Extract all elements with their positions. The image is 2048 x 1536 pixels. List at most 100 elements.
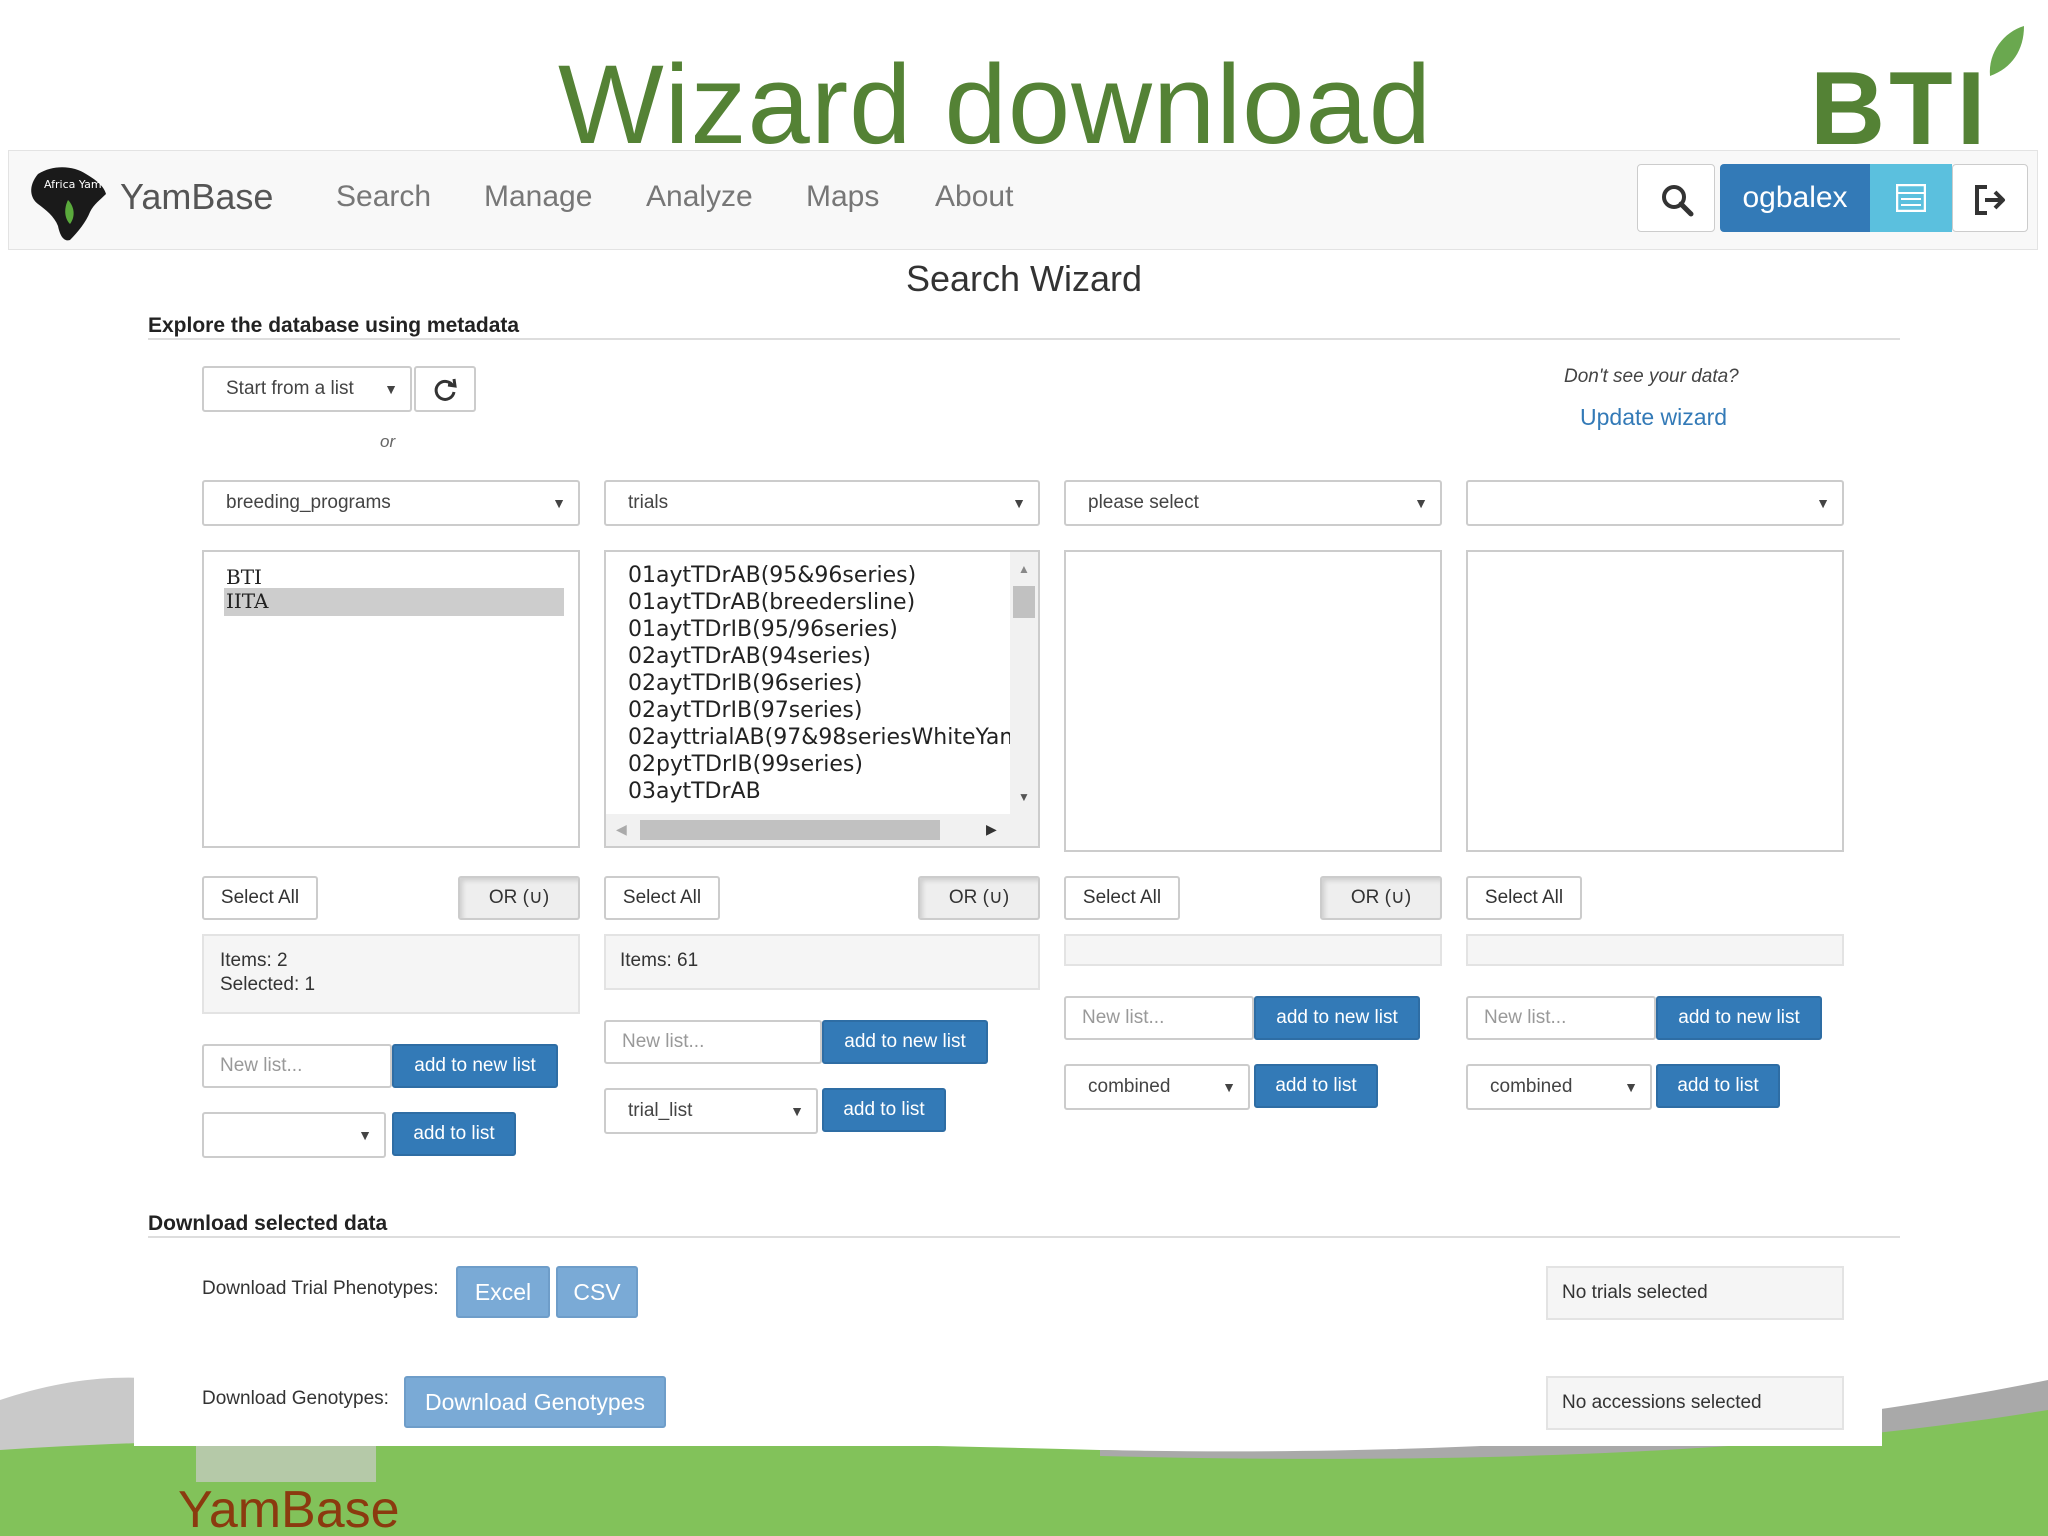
brand-name[interactable]: YamBase [120,176,273,218]
items-info-3 [1064,934,1442,966]
list-option-selected[interactable]: IITA [224,588,564,616]
download-genotypes-button[interactable]: Download Genotypes [404,1376,666,1428]
breeding-programs-listbox[interactable]: BTI IITA [202,550,580,848]
nav-search[interactable]: Search [336,180,431,214]
list-option[interactable]: BTI [226,564,262,591]
list-select-1[interactable]: ▼ [202,1112,386,1158]
add-to-list-button-3[interactable]: add to list [1254,1064,1378,1108]
search-button[interactable] [1637,164,1715,232]
or-toggle-1[interactable]: OR (∪) [458,876,580,920]
caret-down-icon: ▼ [552,495,566,511]
add-to-new-list-button-1[interactable]: add to new list [392,1044,558,1088]
add-to-list-button-4[interactable]: add to list [1656,1064,1780,1108]
scrollbar-thumb[interactable] [1013,586,1035,618]
divider [148,338,1900,340]
add-to-list-button-2[interactable]: add to list [822,1088,946,1132]
list-select-3[interactable]: combined ▼ [1064,1064,1250,1110]
caret-down-icon: ▼ [1414,495,1428,511]
list-option[interactable]: 02ayttrialAB(97&98seriesWhiteYam) [628,724,1010,751]
or-text: or [380,432,396,451]
caret-down-icon: ▼ [1012,495,1026,511]
csv-button[interactable]: CSV [556,1266,638,1318]
items-info-1: Items: 2 Selected: 1 [202,934,580,1014]
list-option[interactable]: 01aytTDrAB(95&96series) [628,562,1010,589]
refresh-icon [434,378,457,401]
dont-see-text: Don't see your data? [1564,366,1739,387]
add-to-new-list-button-3[interactable]: add to new list [1254,996,1420,1040]
new-list-input-2[interactable]: New list... [604,1020,822,1064]
user-button[interactable]: ogbalex [1720,164,1870,232]
logout-icon [1975,185,2005,215]
start-from-list-select[interactable]: Start from a list ▼ [202,366,412,412]
listbox-4[interactable] [1466,550,1844,852]
excel-button[interactable]: Excel [456,1266,550,1318]
items-info-4 [1466,934,1844,966]
list-icon [1896,184,1926,212]
category-select-4[interactable]: ▼ [1466,480,1844,526]
scroll-up-icon[interactable]: ▲ [1018,562,1030,576]
footer-yambase-label: YamBase [178,1481,400,1536]
trials-listbox[interactable]: 01aytTDrAB(95&96series) 01aytTDrAB(breed… [604,550,1040,848]
category-select-1[interactable]: breeding_programs ▼ [202,480,580,526]
listbox-3[interactable] [1064,550,1442,852]
horizontal-scrollbar[interactable]: ◀ ▶ [606,814,1038,846]
vertical-scrollbar[interactable]: ▲ ▼ [1010,552,1038,814]
caret-down-icon: ▼ [1816,495,1830,511]
category-select-2[interactable]: trials ▼ [604,480,1040,526]
select-all-button-3[interactable]: Select All [1064,876,1180,920]
nav-about[interactable]: About [935,180,1013,214]
list-option[interactable]: 03aytTDrAB [628,778,1010,805]
scroll-down-icon[interactable]: ▼ [1018,790,1030,804]
select-all-button-2[interactable]: Select All [604,876,720,920]
list-option[interactable]: 01aytTDrAB(breedersline) [628,589,1010,616]
list-option[interactable]: 02pytTDrIB(99series) [628,751,1010,778]
new-list-input-3[interactable]: New list... [1064,996,1254,1040]
no-accessions-status: No accessions selected [1546,1376,1844,1430]
caret-down-icon: ▼ [1624,1079,1638,1095]
scrollbar-thumb[interactable] [640,820,940,840]
caret-down-icon: ▼ [358,1127,372,1143]
list-option[interactable]: 02aytTDrIB(96series) [628,670,1010,697]
refresh-button[interactable] [414,366,476,412]
nav-analyze[interactable]: Analyze [646,180,753,214]
new-list-input-4[interactable]: New list... [1466,996,1656,1040]
footer-logo-image [196,1446,376,1482]
scroll-left-icon[interactable]: ◀ [616,821,627,838]
logout-button[interactable] [1952,164,2028,232]
add-to-list-button-1[interactable]: add to list [392,1112,516,1156]
add-to-new-list-button-4[interactable]: add to new list [1656,996,1822,1040]
selected-count: Selected: 1 [220,974,316,995]
trials-options: 01aytTDrAB(95&96series) 01aytTDrAB(breed… [628,562,1010,805]
wizard-title: Search Wizard [905,258,1143,299]
or-toggle-2[interactable]: OR (∪) [918,876,1040,920]
items-count: Items: 2 [220,950,288,971]
category-select-3[interactable]: please select ▼ [1064,480,1442,526]
list-select-2[interactable]: trial_list ▼ [604,1088,818,1134]
select-all-button-4[interactable]: Select All [1466,876,1582,920]
divider [148,1236,1900,1238]
update-wizard-link[interactable]: Update wizard [1580,404,1727,431]
items-info-2: Items: 61 [604,934,1040,990]
nav-maps[interactable]: Maps [806,180,879,214]
download-genotypes-label: Download Genotypes: [202,1388,389,1409]
caret-down-icon: ▼ [1222,1079,1236,1095]
section-explore-heading: Explore the database using metadata [148,314,520,337]
list-option[interactable]: 02aytTDrIB(97series) [628,697,1010,724]
new-list-input-1[interactable]: New list... [202,1044,392,1088]
list-option[interactable]: 01aytTDrIB(95/96series) [628,616,1010,643]
or-toggle-3[interactable]: OR (∪) [1320,876,1442,920]
africa-yam-logo-icon[interactable]: Africa Yam [24,160,110,246]
list-select-4[interactable]: combined ▼ [1466,1064,1652,1110]
search-icon [1662,185,1694,217]
svg-text:Africa Yam: Africa Yam [44,178,102,191]
add-to-new-list-button-2[interactable]: add to new list [822,1020,988,1064]
nav-manage[interactable]: Manage [484,180,592,214]
lists-button[interactable] [1870,164,1952,232]
section-download-heading: Download selected data [148,1212,388,1235]
select-all-button-1[interactable]: Select All [202,876,318,920]
caret-down-icon: ▼ [790,1103,804,1119]
items-count: Items: 61 [620,950,699,971]
list-option[interactable]: 02aytTDrAB(94series) [628,643,1010,670]
scroll-right-icon[interactable]: ▶ [986,821,997,838]
caret-down-icon: ▼ [384,381,398,397]
